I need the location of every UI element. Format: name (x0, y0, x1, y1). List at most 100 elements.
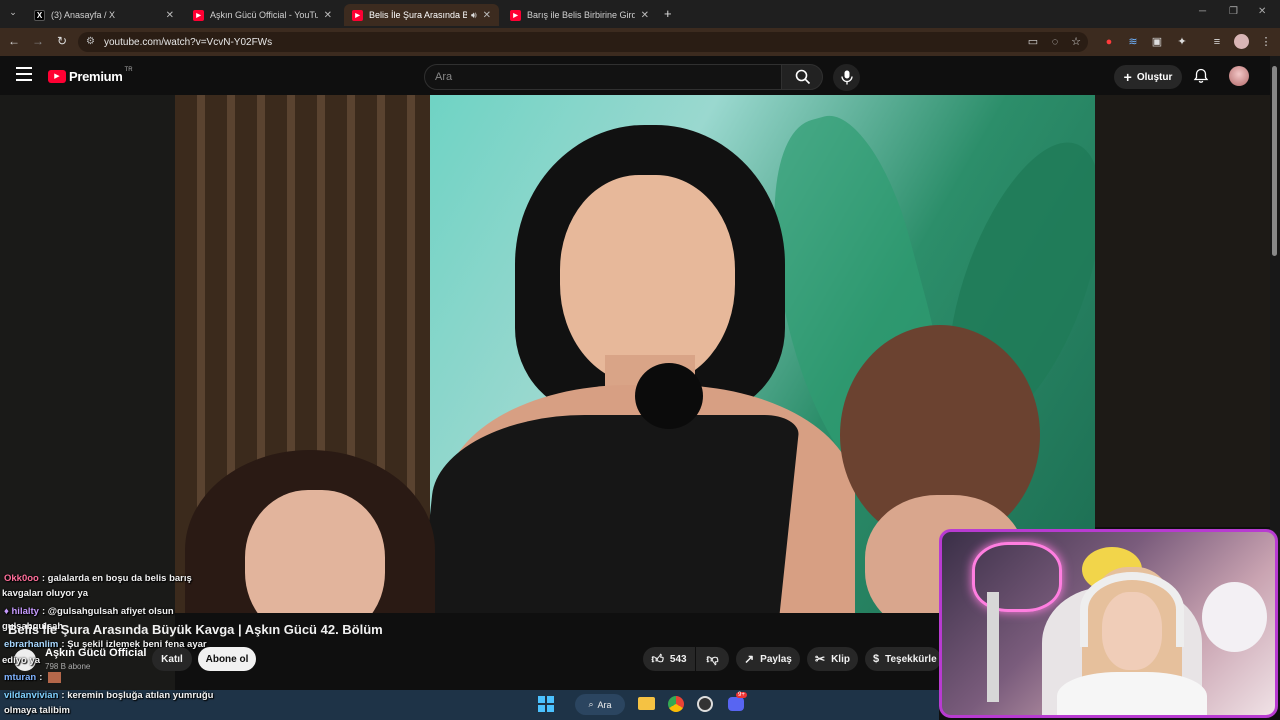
discord-icon[interactable] (728, 697, 744, 711)
create-label: Oluştur (1136, 71, 1173, 83)
like-count: 543 (669, 653, 687, 665)
black-dress (419, 415, 801, 613)
restore-icon[interactable]: ❐ (1229, 6, 1238, 17)
tab-baris-belis-video[interactable]: ▶ Barış ile Belis Birbirine Girdi | Aş ✕ (502, 4, 657, 26)
share-label: Paylaş (760, 653, 792, 665)
dislike-button[interactable]: 👎︎ (696, 647, 729, 671)
bookmark-star-icon[interactable]: ☆ (1069, 35, 1083, 49)
channel-name[interactable]: Aşkın Gücü Official (45, 647, 146, 659)
share-button[interactable]: ↗ Paylaş (736, 647, 800, 671)
thanks-label: Teşekkürle (885, 653, 937, 665)
theater-backdrop-right (1095, 95, 1270, 527)
subscribe-label: Abone ol (205, 653, 249, 665)
close-icon[interactable]: ✕ (324, 10, 332, 21)
search-button[interactable] (781, 64, 823, 90)
video-title: Belis İle Şura Arasında Büyük Kavga | Aş… (8, 622, 383, 637)
create-button[interactable]: + Oluştur (1114, 65, 1182, 89)
forward-arrow-icon[interactable]: → (30, 34, 46, 48)
tab-current-video[interactable]: ▶ Belis İle Şura Arasında Büyü 🔊︎ ✕ (344, 4, 499, 26)
chat-emote (48, 672, 62, 683)
join-button[interactable]: Katıl (152, 647, 192, 671)
clip-button[interactable]: ✂ Klip (807, 647, 858, 671)
chat-username: hilalty (11, 606, 39, 617)
reload-icon[interactable]: ↻ (54, 34, 70, 48)
eye-off-icon[interactable]: ◌ (1048, 35, 1062, 49)
close-icon[interactable]: ✕ (641, 10, 649, 21)
join-label: Katıl (161, 653, 183, 665)
url-text: youtube.com/watch?v=VcvN-Y02FWs (104, 36, 273, 48)
neon-sign (972, 542, 1062, 612)
streamer-shirt (1057, 672, 1207, 715)
scrollbar-thumb[interactable] (1272, 66, 1277, 256)
search-input[interactable]: Ara (424, 64, 782, 90)
tab-title: Belis İle Şura Arasında Büyü (369, 10, 467, 20)
tab-askin-gucu-channel[interactable]: ▶ Aşkın Gücü Official - YouTube ✕ (185, 4, 340, 26)
taskbar-search-label: Ara (597, 699, 612, 710)
youtube-premium-logo[interactable]: ▶ Premium TR (48, 67, 133, 85)
extension-shield-icon[interactable]: ▣ (1150, 35, 1164, 49)
subscriber-count: 798 B abone (45, 662, 91, 671)
chrome-icon[interactable] (668, 696, 684, 712)
taskbar-search[interactable]: ⌕ Ara (575, 694, 625, 715)
windows-start-icon[interactable] (538, 696, 554, 712)
window-close-icon[interactable]: ✕ (1258, 6, 1266, 17)
unicorn-plush (1202, 582, 1267, 652)
obs-icon[interactable] (697, 696, 713, 712)
chat-text: kavgaları oluyor ya (2, 588, 89, 599)
minimize-icon[interactable]: ─ (1199, 6, 1206, 17)
new-tab-button[interactable]: + (664, 6, 672, 21)
subscribe-button[interactable]: Abone ol (198, 647, 256, 671)
chat-message: kavgaları oluyor ya (2, 588, 88, 599)
close-icon[interactable]: ✕ (483, 10, 491, 21)
close-icon[interactable]: ✕ (166, 10, 174, 21)
chat-text: olmaya talibim (4, 705, 70, 716)
tab-x-home[interactable]: X (3) Anasayfa / X ✕ (26, 4, 182, 26)
hamburger-menu-icon[interactable] (16, 67, 32, 81)
youtube-icon: ▶ (193, 9, 204, 21)
voice-search-button[interactable] (833, 64, 860, 91)
speaker-icon[interactable]: 🔊︎ (471, 10, 477, 21)
person-left-face (245, 490, 385, 613)
thumbs-up-icon: 👍︎ (651, 651, 664, 666)
chat-message: olmaya talibim (4, 705, 70, 716)
extensions-puzzle-icon[interactable]: ✦ (1175, 35, 1189, 49)
browser-tab-strip: ⌄ X (3) Anasayfa / X ✕ ▶ Aşkın Gücü Offi… (0, 0, 1280, 28)
youtube-icon: ▶ (510, 9, 521, 21)
address-bar[interactable]: ⚙ youtube.com/watch?v=VcvN-Y02FWs (78, 32, 1088, 52)
extension-audio-icon[interactable]: ≋ (1126, 35, 1140, 49)
notifications-bell-icon[interactable] (1193, 68, 1209, 84)
profile-avatar-icon[interactable] (1234, 34, 1249, 49)
tab-title: (3) Anasayfa / X (51, 10, 116, 20)
chat-username: vildanvivian (4, 690, 59, 701)
person-face (560, 175, 735, 385)
youtube-play-icon: ▶ (48, 69, 66, 83)
reading-list-icon[interactable]: ≡ (1210, 35, 1224, 49)
microphone-icon (841, 70, 853, 85)
theater-backdrop-left (0, 95, 175, 690)
thanks-dollar-icon: $ (873, 653, 880, 665)
chat-username: mturan (4, 672, 37, 684)
user-avatar[interactable] (1229, 66, 1249, 86)
chat-text: : (39, 672, 43, 684)
more-menu-icon[interactable]: ⋮ (1259, 35, 1273, 49)
back-arrow-icon[interactable]: ← (6, 34, 22, 48)
x-icon: X (34, 9, 45, 21)
tab-search-chevron-icon[interactable]: ⌄ (6, 7, 20, 21)
browser-toolbar: ← → ↻ ⚙ youtube.com/watch?v=VcvN-Y02FWs … (0, 28, 1280, 56)
cast-icon[interactable]: ▭ (1026, 35, 1040, 49)
chat-username: Okk0oo (4, 573, 39, 584)
tab-title: Aşkın Gücü Official - YouTube (210, 10, 318, 20)
chat-text: : @gulsahgulsah afiyet olsun (41, 606, 174, 617)
thanks-button[interactable]: $ Teşekkürle (865, 647, 941, 671)
plus-icon: + (1123, 69, 1132, 85)
site-info-icon[interactable]: ⚙ (86, 36, 95, 47)
thumbs-down-icon: 👎︎ (706, 651, 719, 666)
like-button[interactable]: 👍︎ 543 (643, 647, 695, 671)
chat-text: : keremin boşluğa atılan yumruğu (61, 690, 214, 701)
extension-red-icon[interactable]: ● (1102, 35, 1116, 49)
youtube-masthead: ▶ Premium TR Ara + Oluştur (0, 56, 1270, 96)
chat-fragment: ediyo ya (2, 655, 41, 666)
chat-message: mturan: (4, 672, 62, 684)
file-explorer-icon[interactable] (638, 697, 655, 710)
tab-title: Barış ile Belis Birbirine Girdi | Aş (527, 10, 635, 20)
